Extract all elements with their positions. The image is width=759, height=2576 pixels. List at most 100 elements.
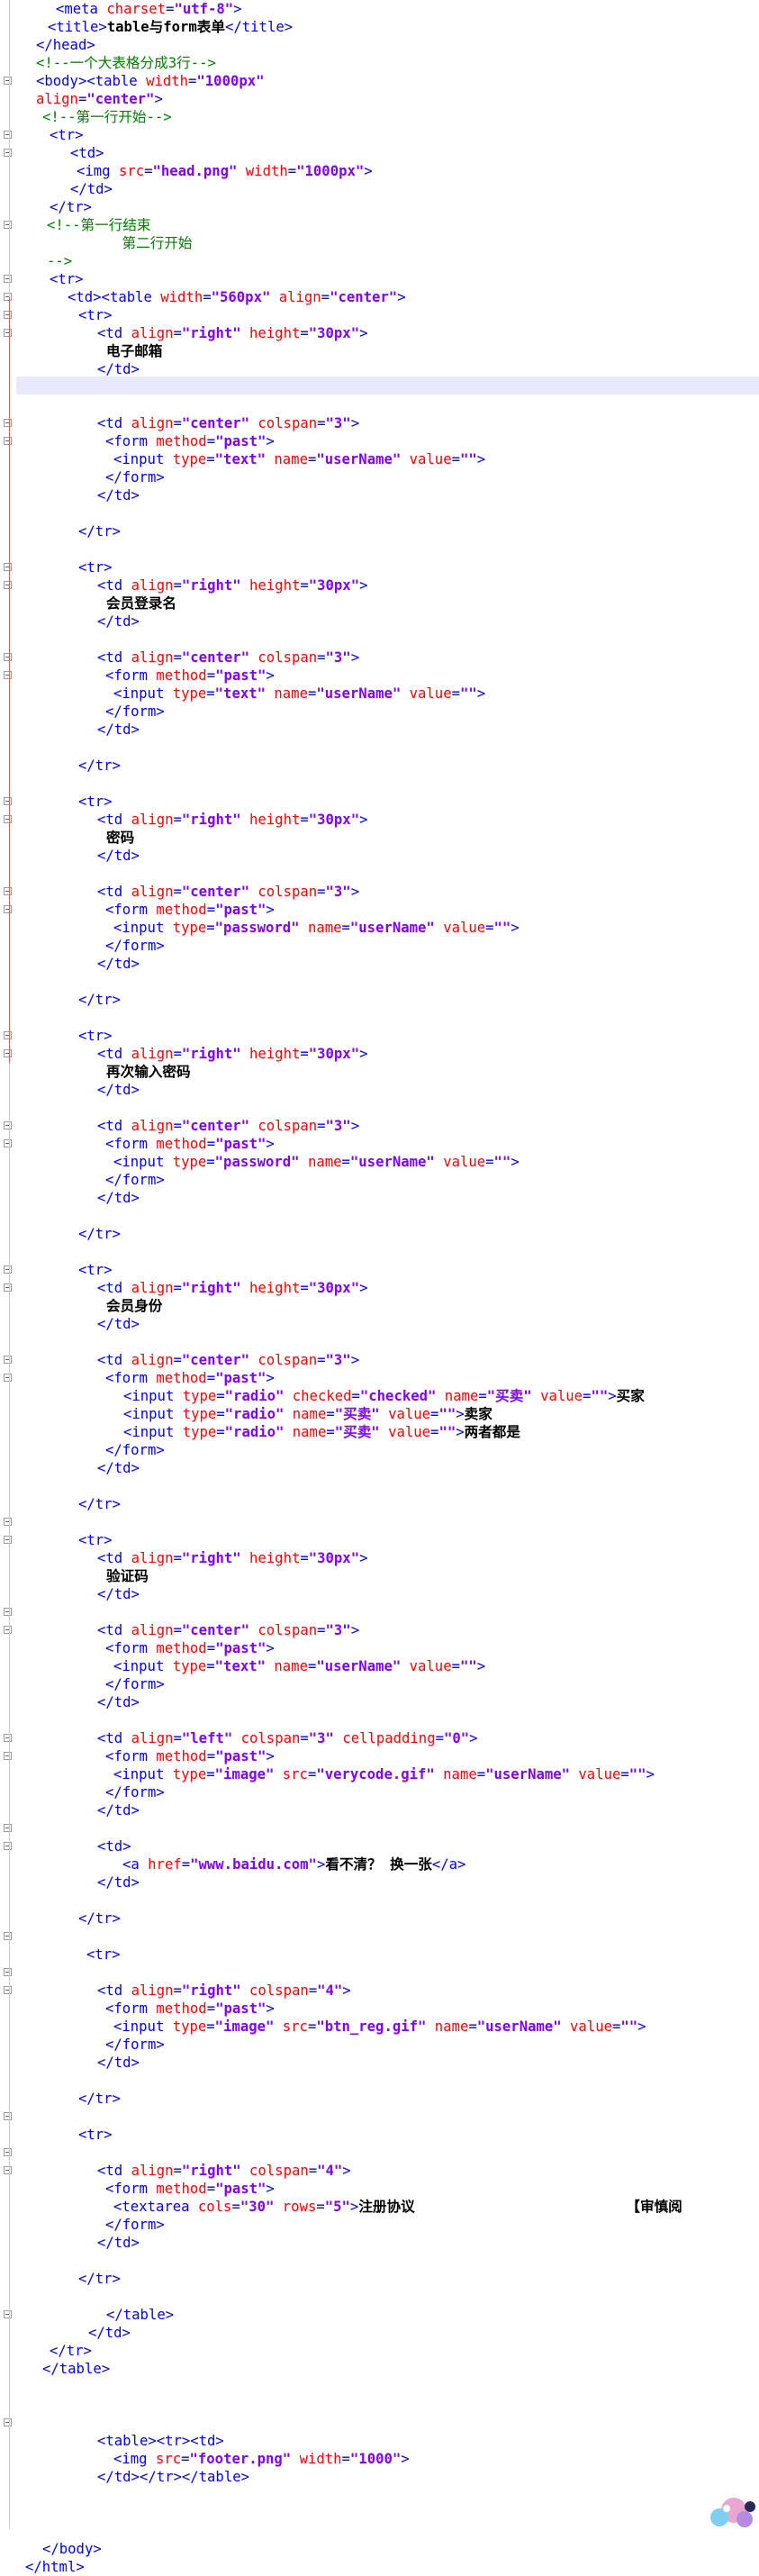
code-token: = xyxy=(173,2163,182,2179)
fold-toggle-icon[interactable] xyxy=(4,2166,12,2174)
code-line: 第二行开始 xyxy=(88,234,193,252)
code-token: = xyxy=(173,1352,182,1368)
fold-toggle-icon[interactable] xyxy=(4,671,12,679)
fold-toggle-icon[interactable] xyxy=(4,1968,12,1976)
fold-toggle-icon[interactable] xyxy=(4,1518,12,1526)
fold-toggle-icon[interactable] xyxy=(4,1356,12,1364)
fold-toggle-icon[interactable] xyxy=(4,1049,12,1057)
code-token: = xyxy=(173,1046,182,1062)
fold-toggle-icon[interactable] xyxy=(4,419,12,427)
code-token: = xyxy=(206,1766,215,1782)
fold-toggle-icon[interactable] xyxy=(4,329,12,337)
code-token: type xyxy=(172,2018,207,2035)
fold-toggle-icon[interactable] xyxy=(4,293,12,301)
fold-toggle-icon[interactable] xyxy=(4,2148,12,2156)
code-token: </td></tr></table> xyxy=(97,2469,249,2485)
code-token: = xyxy=(173,1550,182,1566)
fold-toggle-icon[interactable] xyxy=(4,1139,12,1147)
code-token: "head.png" xyxy=(152,163,238,179)
code-token: align xyxy=(278,289,321,305)
code-line: </tr> xyxy=(78,522,121,540)
code-line: </td> xyxy=(97,360,140,378)
fold-toggle-icon[interactable] xyxy=(4,1932,12,1940)
code-token: <td><table xyxy=(68,289,161,305)
code-token: type xyxy=(172,1766,207,1782)
code-line: 电子邮箱 xyxy=(106,342,162,360)
code-token: = xyxy=(300,1550,309,1566)
code-token: <table><tr><td> xyxy=(97,2433,224,2449)
fold-toggle-icon[interactable] xyxy=(4,77,12,85)
code-line: </form> xyxy=(105,703,165,721)
code-token: <td xyxy=(97,649,131,666)
fold-toggle-icon[interactable] xyxy=(4,1626,12,1634)
fold-toggle-icon[interactable] xyxy=(4,1824,12,1832)
fold-toggle-icon[interactable] xyxy=(4,581,12,589)
code-token: value xyxy=(409,1658,452,1674)
code-token: src xyxy=(118,163,145,179)
code-token: > xyxy=(469,1730,478,1746)
fold-toggle-icon[interactable] xyxy=(4,2112,12,2120)
fold-toggle-icon[interactable] xyxy=(4,1121,12,1129)
fold-toggle-icon[interactable] xyxy=(4,887,12,895)
fold-toggle-icon[interactable] xyxy=(4,1031,12,1039)
code-token: = xyxy=(206,902,216,918)
code-token: = xyxy=(326,1406,335,1422)
fold-toggle-icon[interactable] xyxy=(4,311,12,319)
fold-toggle-icon[interactable] xyxy=(4,1265,12,1274)
code-token: "right" xyxy=(181,1280,241,1296)
fold-toggle-icon[interactable] xyxy=(4,1374,12,1382)
code-token: "checked" xyxy=(359,1388,437,1404)
fold-toggle-icon[interactable] xyxy=(4,221,12,229)
code-token: "past" xyxy=(215,1640,267,1656)
code-line: </td> xyxy=(97,1693,140,1711)
code-token: value xyxy=(578,1766,621,1782)
code-token: 再次输入密码 xyxy=(106,1064,191,1080)
code-token: > xyxy=(266,1136,275,1152)
code-token: height xyxy=(249,1550,301,1566)
code-token: = xyxy=(485,920,494,936)
code-line: <tr> xyxy=(50,270,84,288)
fold-toggle-icon[interactable] xyxy=(4,905,12,913)
fold-toggle-icon[interactable] xyxy=(4,1752,12,1760)
code-token: cellpadding xyxy=(342,1730,436,1746)
code-line: <title>table与form表单</title> xyxy=(48,18,293,36)
fold-toggle-icon[interactable] xyxy=(4,815,12,823)
code-token: "" xyxy=(459,1658,477,1674)
fold-toggle-icon[interactable] xyxy=(4,653,12,661)
code-token: </table> xyxy=(42,2361,111,2377)
fold-toggle-icon[interactable] xyxy=(4,149,12,157)
fold-toggle-icon[interactable] xyxy=(4,2418,12,2426)
fold-toggle-icon[interactable] xyxy=(4,1536,12,1544)
fold-toggle-icon[interactable] xyxy=(4,131,12,139)
fold-toggle-icon[interactable] xyxy=(4,1734,12,1742)
fold-toggle-icon[interactable] xyxy=(4,1608,12,1616)
fold-toggle-icon[interactable] xyxy=(4,1842,12,1850)
code-token: </tr> xyxy=(78,2271,121,2287)
fold-toggle-icon[interactable] xyxy=(4,2310,12,2318)
fold-toggle-icon[interactable] xyxy=(4,437,12,445)
code-token: name xyxy=(307,1154,342,1170)
code-token: = xyxy=(478,1388,487,1404)
code-token: colspan xyxy=(258,1352,318,1368)
code-token: method xyxy=(156,1136,207,1152)
code-token: "0" xyxy=(443,1730,470,1746)
fold-toggle-icon[interactable] xyxy=(4,1283,12,1292)
code-token: <tr> xyxy=(78,559,113,576)
fold-toggle-icon[interactable] xyxy=(4,797,12,805)
fold-toggle-icon[interactable] xyxy=(4,275,12,283)
fold-toggle-icon[interactable] xyxy=(4,563,12,571)
code-token: </td> xyxy=(97,361,140,377)
code-token: "center" xyxy=(330,289,398,305)
fold-toggle-icon[interactable] xyxy=(4,1986,12,1994)
code-editor[interactable]: <meta charset="utf-8"> <title>table与form表… xyxy=(0,0,759,2575)
code-line: <form method="past"> xyxy=(105,1747,275,1765)
code-token: value xyxy=(540,1388,583,1404)
